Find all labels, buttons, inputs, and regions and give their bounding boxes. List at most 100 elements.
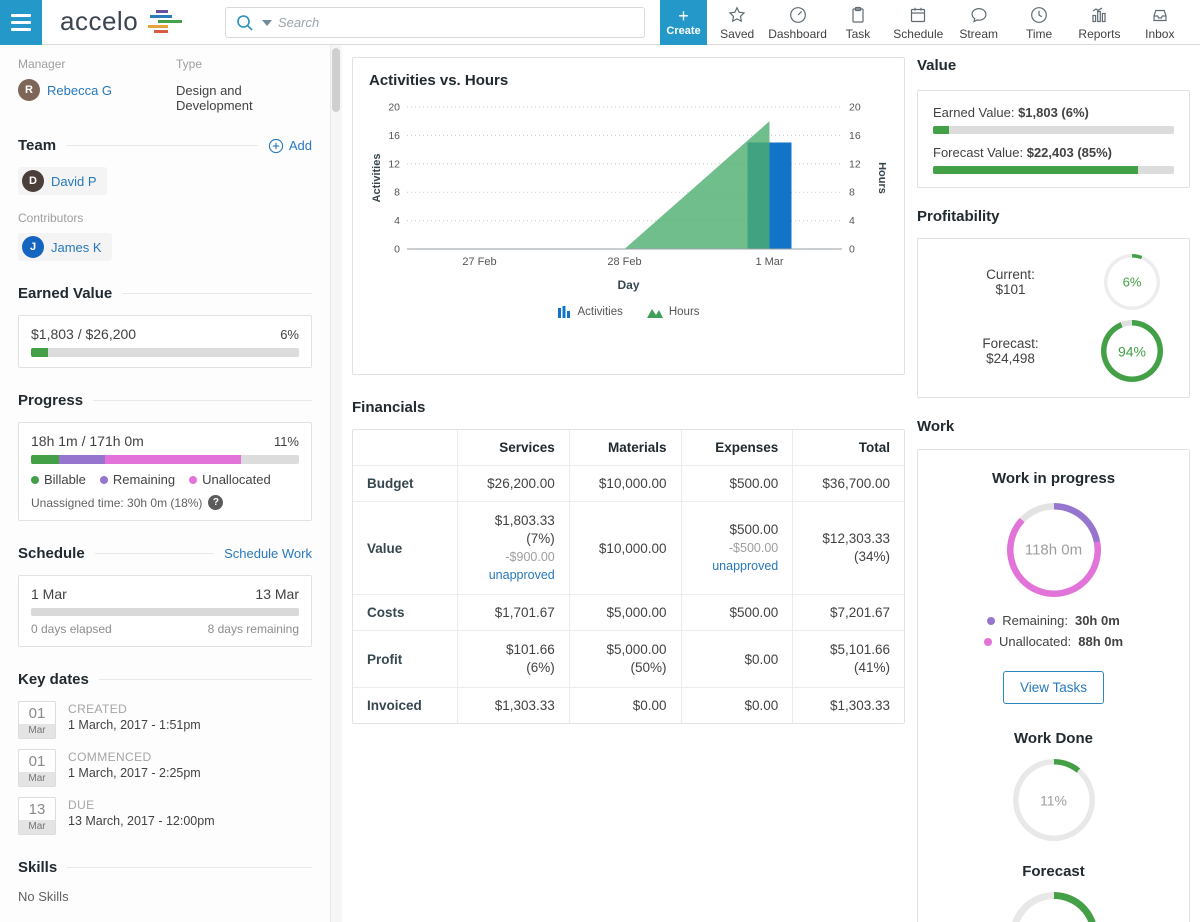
schedule-work-link[interactable]: Schedule Work — [224, 546, 312, 561]
contributors-label: Contributors — [18, 211, 312, 225]
legend-hours[interactable]: Hours — [647, 306, 700, 318]
svg-text:8: 8 — [394, 187, 400, 199]
team-member-name-link[interactable]: David P — [51, 174, 97, 189]
table-row-costs: Costs $1,701.67 $5,000.00 $500.00 $7,201… — [353, 594, 904, 630]
work-in-progress-title: Work in progress — [934, 470, 1173, 487]
progress-pct: 11% — [274, 434, 299, 449]
logo-bars-icon — [144, 7, 184, 37]
contributor[interactable]: J James K — [18, 233, 112, 261]
table-row-invoiced: Invoiced $1,303.33 $0.00 $0.00 $1,303.33 — [353, 687, 904, 723]
nav-item-saved[interactable]: Saved — [707, 0, 767, 45]
svg-text:16: 16 — [849, 130, 861, 142]
table-row-budget: Budget $26,200.00 $10,000.00 $500.00 $36… — [353, 465, 904, 501]
nav-item-inbox[interactable]: Inbox — [1130, 0, 1190, 45]
remaining-dot-icon — [100, 476, 108, 484]
type-value: Design and Development — [176, 83, 312, 113]
svg-text:27 Feb: 27 Feb — [462, 256, 496, 268]
contributor-name-link[interactable]: James K — [51, 240, 102, 255]
days-remaining: 8 days remaining — [208, 622, 299, 636]
svg-text:8: 8 — [849, 187, 855, 199]
financials-table: Services Materials Expenses Total Budget… — [352, 429, 905, 724]
manager-name-link[interactable]: Rebecca G — [47, 83, 112, 98]
work-in-progress-donut: 118h 0m — [1007, 503, 1101, 597]
earned-value-bar — [31, 348, 299, 357]
bar-chart-icon — [1089, 5, 1109, 25]
scrollbar-thumb[interactable] — [332, 48, 340, 112]
progress-bar — [31, 455, 299, 464]
financials-header-row: Services Materials Expenses Total — [353, 430, 904, 465]
key-dates-heading: Key dates — [18, 671, 312, 688]
legend-remaining: Remaining — [100, 472, 175, 487]
top-navigation-bar: accelo + Create — [0, 0, 1200, 45]
nav-item-stream[interactable]: Stream — [949, 0, 1009, 45]
nav-item-dashboard[interactable]: Dashboard — [767, 0, 827, 45]
search-input[interactable] — [278, 15, 636, 30]
work-forecast-donut: 80% — [1010, 892, 1098, 922]
svg-text:1 Mar: 1 Mar — [755, 256, 783, 268]
svg-text:12: 12 — [849, 158, 861, 170]
avatar: J — [22, 236, 44, 258]
unapproved-link[interactable]: unapproved — [696, 557, 779, 575]
avatar: D — [22, 170, 44, 192]
calendar-tile-icon: 01 Mar — [18, 749, 56, 787]
table-row-profit: Profit $101.66 (6%) $5,000.00 (50%) $0.0… — [353, 630, 904, 687]
main-content: Activities vs. Hours 0044881212161620202… — [352, 45, 905, 724]
unallocated-dot-icon — [984, 638, 992, 646]
team-member[interactable]: D David P — [18, 167, 107, 195]
accelo-project-dashboard: accelo + Create — [0, 0, 1200, 922]
search-icon[interactable] — [234, 12, 256, 34]
svg-text:12: 12 — [388, 158, 400, 170]
add-circle-icon — [268, 138, 284, 154]
unapproved-link[interactable]: unapproved — [472, 566, 555, 584]
work-heading: Work — [917, 418, 1190, 435]
earned-value-heading: Earned Value — [18, 285, 312, 302]
gauge-icon — [788, 5, 808, 25]
add-team-member-button[interactable]: Add — [268, 138, 312, 154]
legend-activities[interactable]: Activities — [557, 306, 622, 318]
svg-text:16: 16 — [388, 130, 400, 142]
value-card: Earned Value: $1,803 (6%) Forecast Value… — [917, 90, 1190, 188]
help-icon[interactable]: ? — [208, 495, 223, 510]
manager-person[interactable]: R Rebecca G — [18, 79, 112, 101]
unassigned-time: Unassigned time: 30h 0m (18%) ? — [31, 495, 299, 510]
activities-hours-chart: 00448812121616202027 Feb28 Feb1 MarActiv… — [369, 97, 888, 278]
calendar-tile-icon: 13 Mar — [18, 797, 56, 835]
legend-unallocated: Unallocated — [189, 472, 271, 487]
svg-text:Hours: Hours — [876, 162, 886, 194]
svg-text:20: 20 — [849, 102, 861, 114]
view-tasks-button[interactable]: View Tasks — [1003, 671, 1104, 704]
work-legend-unallocated: Unallocated: 88h 0m — [984, 634, 1123, 649]
type-label: Type — [176, 57, 312, 71]
billable-dot-icon — [31, 476, 39, 484]
accelo-logo[interactable]: accelo — [60, 6, 184, 37]
profitability-current-row: Current: $101 6% — [932, 254, 1175, 310]
work-done-donut: 11% — [1013, 759, 1095, 841]
work-legend-remaining: Remaining: 30h 0m — [987, 613, 1120, 628]
schedule-card: 1 Mar 13 Mar 0 days elapsed 8 days remai… — [18, 575, 312, 647]
current-profit-donut: 6% — [1104, 254, 1160, 310]
team-section-heading: Team Add — [18, 137, 312, 154]
sidebar-scrollbar[interactable] — [330, 45, 342, 922]
calendar-tile-icon: 01 Mar — [18, 701, 56, 739]
days-elapsed: 0 days elapsed — [31, 622, 112, 636]
progress-card: 18h 1m / 171h 0m 11% Billable Remaining … — [18, 422, 312, 521]
earned-value-line: Earned Value: $1,803 (6%) — [933, 105, 1174, 120]
nav-item-reports[interactable]: Reports — [1069, 0, 1129, 45]
global-search — [225, 7, 645, 38]
hamburger-menu-icon[interactable] — [0, 0, 42, 45]
unallocated-dot-icon — [189, 476, 197, 484]
svg-text:28 Feb: 28 Feb — [607, 256, 641, 268]
progress-heading: Progress — [18, 392, 312, 409]
work-done-title: Work Done — [934, 730, 1173, 747]
chart-legend: Activities Hours — [369, 306, 888, 318]
nav-item-schedule[interactable]: Schedule — [888, 0, 948, 45]
skills-heading: Skills — [18, 859, 312, 876]
work-card: Work in progress 118h 0m Remaining: 30h … — [917, 449, 1190, 922]
search-scope-caret-icon[interactable] — [262, 20, 272, 26]
nav-item-task[interactable]: Task — [828, 0, 888, 45]
key-date-commenced: 01 Mar COMMENCED 1 March, 2017 - 2:25pm — [18, 749, 312, 787]
nav-item-time[interactable]: Time — [1009, 0, 1069, 45]
inbox-tray-icon — [1150, 5, 1170, 25]
svg-text:4: 4 — [849, 215, 855, 227]
create-button[interactable]: + Create — [660, 0, 707, 45]
